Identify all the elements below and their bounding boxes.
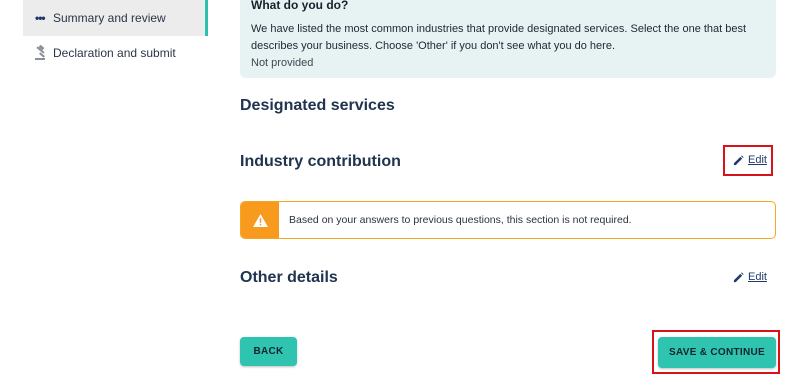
ellipsis-icon: ••• <box>35 11 46 25</box>
edit-industry-contribution-link[interactable]: Edit <box>733 154 767 166</box>
sidebar-item-label: Declaration and submit <box>53 46 176 60</box>
question-heading: What do you do? <box>251 0 349 12</box>
save-and-continue-button[interactable]: SAVE & CONTINUE <box>658 337 776 368</box>
sidebar-item-declaration-and-submit[interactable]: Declaration and submit <box>23 37 208 69</box>
warning-icon <box>241 202 279 238</box>
question-summary-box: What do you do? We have listed the most … <box>240 0 776 78</box>
edit-label: Edit <box>748 271 767 283</box>
section-title-other-details: Other details <box>240 269 338 286</box>
sidebar-item-summary-and-review[interactable]: ••• Summary and review <box>23 0 208 36</box>
section-title-designated-services: Designated services <box>240 97 395 114</box>
not-required-alert: Based on your answers to previous questi… <box>240 201 776 239</box>
edit-other-details-link[interactable]: Edit <box>733 271 767 283</box>
pencil-icon <box>733 271 744 282</box>
sidebar: ••• Summary and review Declaration and s… <box>23 0 208 69</box>
section-title-industry-contribution: Industry contribution <box>240 153 401 170</box>
question-description: We have listed the most common industrie… <box>251 23 747 52</box>
edit-label: Edit <box>748 154 767 166</box>
answer-value: Not provided <box>251 57 314 69</box>
back-button[interactable]: BACK <box>240 337 297 366</box>
sidebar-item-label: Summary and review <box>53 11 166 25</box>
alert-message: Based on your answers to previous questi… <box>289 214 632 226</box>
pencil-icon <box>733 154 744 165</box>
gavel-icon <box>33 44 53 61</box>
